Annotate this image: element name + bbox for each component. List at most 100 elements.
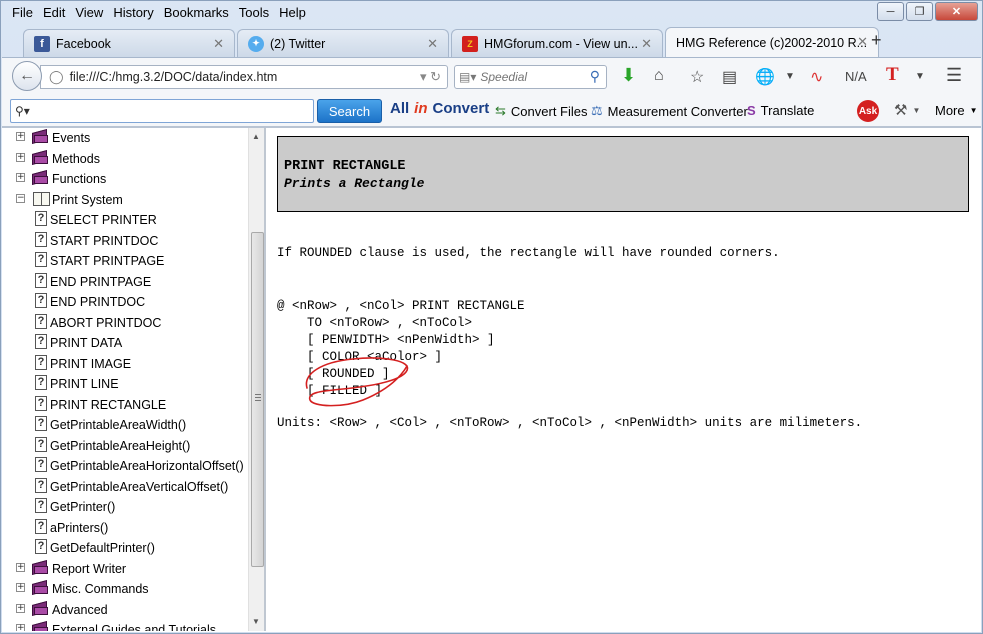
- expand-icon[interactable]: +: [16, 173, 25, 182]
- scroll-up-icon[interactable]: ▲: [252, 132, 260, 141]
- reload-icon[interactable]: ▾ ↻: [420, 69, 441, 85]
- new-tab-button[interactable]: +: [871, 30, 882, 51]
- expand-icon[interactable]: +: [16, 152, 25, 162]
- tree-folder-item[interactable]: + Report Writer: [2, 559, 248, 580]
- menu-view[interactable]: View: [70, 4, 108, 22]
- expand-icon[interactable]: +: [16, 583, 25, 592]
- tree-page-label: START PRINTDOC: [50, 233, 159, 248]
- toolbar-search-field[interactable]: ⚲▾: [10, 99, 314, 123]
- url-text[interactable]: file:///C:/hmg.3.2/DOC/data/index.htm: [70, 70, 278, 84]
- menu-help[interactable]: Help: [274, 4, 311, 22]
- tree-page-item[interactable]: ? GetPrinter(): [2, 497, 248, 518]
- tree-folder-item[interactable]: + Misc. Commands: [2, 579, 248, 600]
- na-label[interactable]: N/A: [845, 69, 867, 84]
- browser-window: File Edit View History Bookmarks Tools H…: [0, 0, 983, 634]
- tree-page-item[interactable]: ? PRINT IMAGE: [2, 354, 248, 375]
- tree-folder-events[interactable]: + Events: [2, 128, 248, 149]
- ask-icon[interactable]: Ask: [857, 100, 879, 122]
- tab-title: HMGforum.com - View un...: [484, 36, 638, 51]
- expand-icon[interactable]: +: [16, 132, 25, 141]
- speedial-input[interactable]: [480, 70, 576, 84]
- close-window-button[interactable]: ✕: [935, 2, 978, 21]
- tree-page-label: PRINT RECTANGLE: [50, 397, 167, 412]
- tab-hmg-reference[interactable]: HMG Reference (c)2002-2010 R... ✕: [665, 27, 879, 57]
- hmg-icon: Z: [462, 35, 478, 52]
- tree-page-item[interactable]: ? END PRINTDOC: [2, 292, 248, 313]
- menu-file[interactable]: File: [7, 4, 38, 22]
- scrollbar-thumb[interactable]: [251, 232, 264, 567]
- tree-page-item[interactable]: ? ABORT PRINTDOC: [2, 313, 248, 334]
- refresh-arrows-icon: ⇆: [495, 103, 506, 118]
- expand-icon[interactable]: +: [16, 624, 25, 631]
- tree-folder-methods[interactable]: + Methods: [2, 149, 248, 170]
- tree-page-item[interactable]: ? SELECT PRINTER: [2, 210, 248, 231]
- chevron-down-icon[interactable]: ▼: [915, 71, 925, 82]
- stats-icon[interactable]: ∿: [810, 67, 823, 87]
- expand-icon[interactable]: +: [16, 562, 25, 572]
- help-page-icon: ?: [35, 231, 47, 247]
- book-icon: [32, 620, 49, 631]
- t-addon-icon[interactable]: T: [886, 64, 899, 86]
- tree-folders-bottom: + Report Writer + Misc. Commands + Advanced + E…: [2, 559, 248, 631]
- menu-history[interactable]: History: [108, 4, 158, 22]
- tree-page-item[interactable]: ? START PRINTDOC: [2, 231, 248, 252]
- tree-page-item[interactable]: ? aPrinters(): [2, 518, 248, 539]
- menu-icon[interactable]: ☰: [946, 65, 962, 86]
- close-tab-icon[interactable]: ✕: [857, 34, 868, 50]
- tree-page-item[interactable]: ? GetPrintableAreaWidth(): [2, 415, 248, 436]
- scroll-down-icon[interactable]: ▼: [252, 617, 260, 626]
- back-button[interactable]: ←: [12, 61, 42, 91]
- menu-edit[interactable]: Edit: [38, 4, 70, 22]
- tree-page-item[interactable]: ? GetPrintableAreaHorizontalOffset(): [2, 456, 248, 477]
- url-bar[interactable]: ◯ file:///C:/hmg.3.2/DOC/data/index.htm …: [40, 65, 448, 89]
- tree-page-item[interactable]: ? PRINT DATA: [2, 333, 248, 354]
- help-page-icon: ?: [35, 395, 47, 411]
- tab-facebook[interactable]: f Facebook ✕: [23, 29, 235, 57]
- tab-hmgforum[interactable]: Z HMGforum.com - View un... ✕: [451, 29, 663, 57]
- tree-page-item[interactable]: ? START PRINTPAGE: [2, 251, 248, 272]
- home-icon[interactable]: ⌂: [654, 67, 664, 85]
- more-menu[interactable]: More ▼: [935, 103, 978, 118]
- tree-page-item[interactable]: ? GetPrintableAreaHeight(): [2, 436, 248, 457]
- bookmark-star-icon[interactable]: ☆: [690, 67, 704, 87]
- close-tab-icon[interactable]: ✕: [213, 36, 224, 52]
- tree-page-label: GetPrintableAreaWidth(): [50, 418, 187, 432]
- toolbar-search-input[interactable]: [33, 104, 313, 118]
- tree-folder-print-system[interactable]: − Print System: [2, 190, 248, 211]
- maximize-button[interactable]: ❐: [906, 2, 933, 21]
- search-engine-icon[interactable]: ▤▾: [459, 70, 476, 84]
- tree-page-item[interactable]: ? GetPrintableAreaVerticalOffset(): [2, 477, 248, 498]
- menu-bookmarks[interactable]: Bookmarks: [159, 4, 234, 22]
- chevron-down-icon[interactable]: ▼: [785, 71, 795, 82]
- collapse-icon[interactable]: −: [16, 193, 25, 203]
- menu-tools[interactable]: Tools: [234, 4, 274, 22]
- download-icon[interactable]: ⬇: [621, 65, 636, 86]
- speedial-search[interactable]: ▤▾ ⚲: [454, 65, 607, 89]
- tree-folder-item[interactable]: + Advanced: [2, 600, 248, 621]
- globe-icon[interactable]: 🌐: [755, 67, 775, 87]
- search-icon[interactable]: ⚲: [590, 68, 600, 85]
- search-button[interactable]: Search: [317, 99, 382, 123]
- close-tab-icon[interactable]: ✕: [427, 36, 438, 52]
- tree-scrollbar[interactable]: ▲ ▼: [248, 128, 264, 631]
- allinconvert-logo[interactable]: All in Convert: [390, 100, 489, 117]
- convert-files-button[interactable]: ⇆ Convert Files: [495, 103, 587, 119]
- expand-icon[interactable]: +: [16, 603, 25, 613]
- tools-icon[interactable]: ⚒ ▼: [894, 101, 920, 119]
- tree-page-item[interactable]: ? PRINT RECTANGLE: [2, 395, 248, 416]
- translate-button[interactable]: S Translate: [747, 103, 814, 118]
- tree-folder-item[interactable]: + External Guides and Tutorials: [2, 620, 248, 631]
- page-content: + Events + Methods + Functions − Print S…: [2, 127, 981, 632]
- close-tab-icon[interactable]: ✕: [641, 36, 652, 52]
- tree-page-label: GetPrintableAreaHorizontalOffset(): [50, 459, 244, 473]
- tab-twitter[interactable]: ✦ (2) Twitter ✕: [237, 29, 449, 57]
- syntax-line: [ PENWIDTH> <nPenWidth> ]: [277, 333, 495, 347]
- measurement-converter-button[interactable]: ⚖ Measurement Converter: [591, 103, 748, 119]
- help-page-icon: ?: [35, 211, 47, 226]
- reading-list-icon[interactable]: ▤: [722, 67, 737, 87]
- tree-page-item[interactable]: ? END PRINTPAGE: [2, 272, 248, 293]
- minimize-button[interactable]: ─: [877, 2, 904, 21]
- tree-page-item[interactable]: ? GetDefaultPrinter(): [2, 538, 248, 559]
- tree-page-item[interactable]: ? PRINT LINE: [2, 374, 248, 395]
- tree-folder-functions[interactable]: + Functions: [2, 169, 248, 190]
